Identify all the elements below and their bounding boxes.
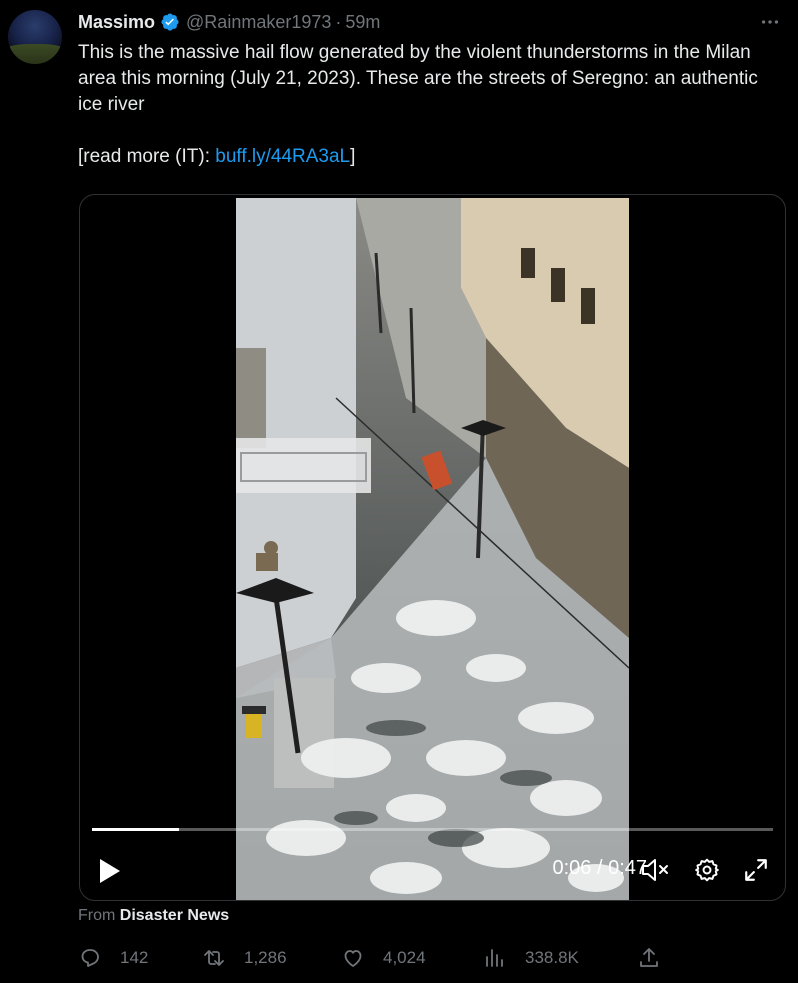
settings-icon[interactable]	[694, 857, 720, 883]
views-count: 338.8K	[525, 948, 579, 967]
play-icon[interactable]	[96, 857, 122, 885]
tweet-timestamp[interactable]: 59m	[345, 12, 380, 33]
video-frame[interactable]	[236, 198, 629, 900]
video-progress-fill	[92, 828, 180, 831]
share-icon	[640, 948, 658, 967]
tweet-actions: 142 1,286 4,024 338.8K	[78, 946, 678, 976]
tweet-header: Massimo @Rainmaker1973 · 59m	[78, 10, 380, 34]
like-button[interactable]: 4,024	[341, 946, 426, 970]
share-button[interactable]	[637, 946, 679, 970]
author-name[interactable]: Massimo	[78, 12, 155, 33]
source-name[interactable]: Disaster News	[120, 907, 229, 924]
fullscreen-icon[interactable]	[743, 857, 769, 883]
verified-badge-icon[interactable]	[160, 12, 180, 32]
video-progress-bar[interactable]	[92, 828, 773, 831]
views-button[interactable]: 338.8K	[483, 946, 579, 970]
tweet-body: This is the massive hail flow generated …	[78, 40, 783, 170]
tweet-text-end: ]	[350, 146, 356, 167]
source-attribution: From Disaster News	[78, 907, 229, 925]
views-icon	[486, 949, 503, 967]
reply-button[interactable]: 142	[78, 946, 148, 970]
like-count: 4,024	[383, 948, 426, 967]
repost-count: 1,286	[244, 948, 287, 967]
separator-dot: ·	[335, 11, 342, 32]
video-player[interactable]: 0:06 / 0:47	[79, 194, 786, 901]
tweet-link[interactable]: buff.ly/44RA3aL	[215, 146, 350, 167]
heart-icon	[344, 950, 362, 967]
author-handle[interactable]: @Rainmaker1973	[186, 12, 331, 33]
author-avatar[interactable]	[8, 10, 62, 64]
more-horizontal-icon[interactable]	[758, 10, 782, 34]
repost-icon	[204, 950, 224, 966]
reply-icon	[81, 949, 99, 967]
reply-count: 142	[120, 948, 149, 967]
repost-button[interactable]: 1,286	[202, 946, 287, 970]
source-prefix: From	[78, 907, 120, 924]
tweet-text: This is the massive hail flow generated …	[78, 42, 758, 167]
mute-icon[interactable]	[640, 856, 670, 884]
video-still-image	[236, 198, 629, 900]
video-timecode: 0:06 / 0:47	[552, 857, 647, 879]
